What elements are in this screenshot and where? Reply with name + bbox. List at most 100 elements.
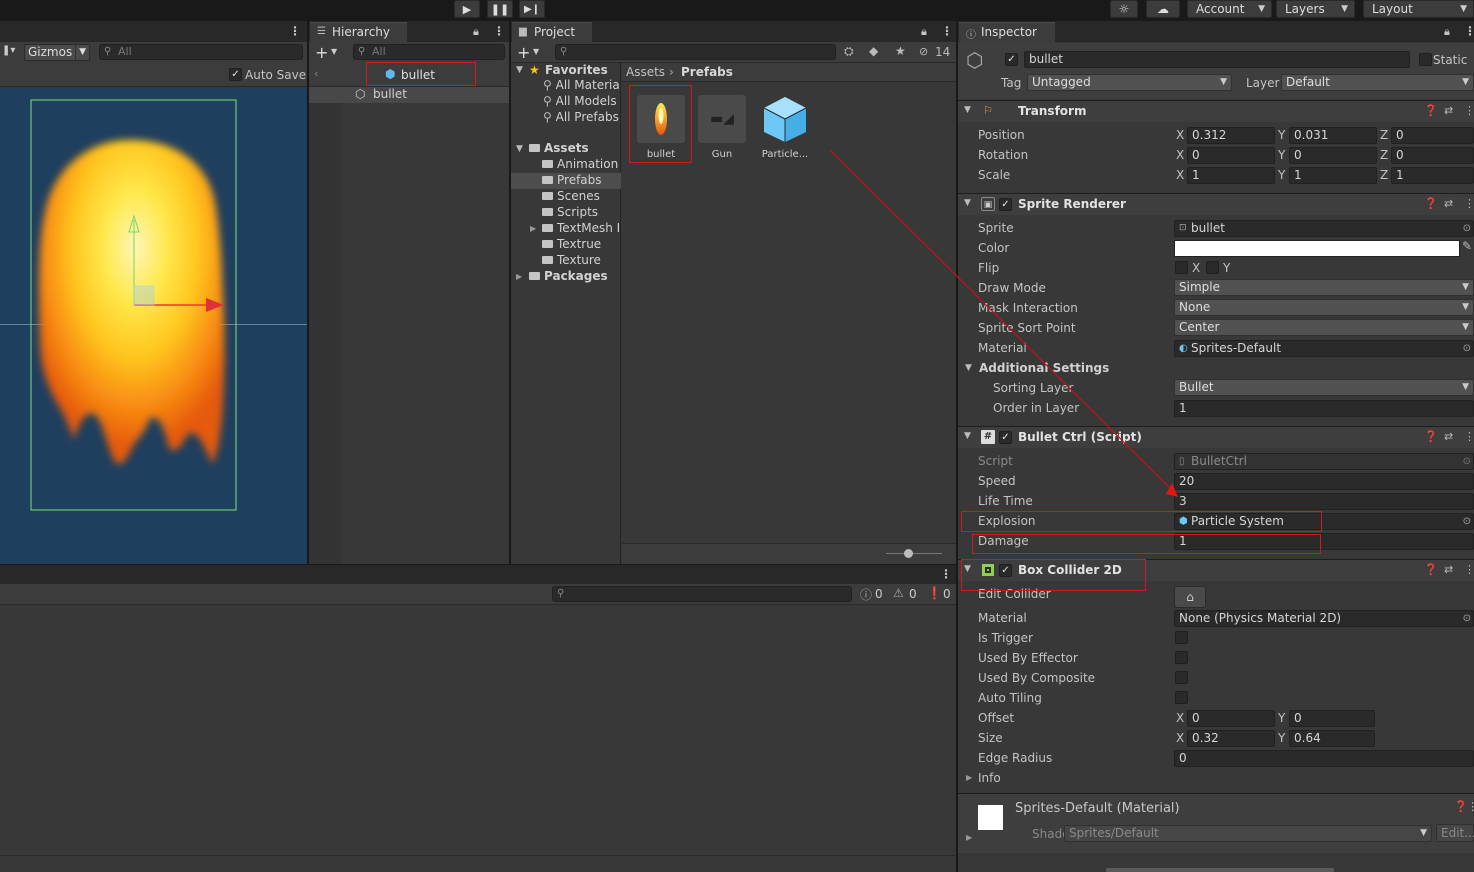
favorite-item[interactable]: ⚲ All Materia [543,78,620,92]
asset-item[interactable]: Particle... [755,95,815,160]
folder-item[interactable]: Prefabs [542,173,602,187]
material-field[interactable]: ◐ Sprites-Default ⊙ [1174,340,1474,357]
favorites-label[interactable]: Favorites [545,63,608,77]
account-dropdown[interactable]: Account ▼ [1187,0,1272,18]
rotation-z-field[interactable]: 0 [1391,147,1474,164]
scale-x-field[interactable]: 1 [1187,167,1275,184]
filter-label-icon[interactable]: ◆ [869,44,878,58]
position-x-field[interactable]: 0.312 [1187,127,1275,144]
damage-field[interactable]: 1 [1174,533,1474,550]
order-in-layer-field[interactable]: 1 [1174,400,1474,417]
chevron-down-icon[interactable]: ▼ [331,47,337,56]
scene-search-input[interactable]: ⚲ All [99,44,303,60]
folder-item[interactable]: TextMesh I [542,221,620,235]
object-picker-icon[interactable]: ⊙ [1463,514,1471,529]
console-search-input[interactable]: ⚲ [552,586,852,602]
life-time-field[interactable]: 3 [1174,493,1474,510]
additional-settings-label[interactable]: Additional Settings [979,361,1109,375]
zoom-slider-thumb[interactable] [904,549,913,558]
kebab-menu-icon[interactable]: ⋮ [1464,104,1474,117]
edit-collider-button[interactable]: ⌂ [1174,586,1206,608]
packages-root[interactable]: Packages [529,269,608,283]
kebab-menu-icon[interactable]: ⋮ [1464,563,1474,576]
flip-x-checkbox[interactable] [1175,261,1188,274]
object-name-field[interactable]: bullet [1024,51,1410,68]
project-search-input[interactable]: ⚲ [555,44,836,60]
shader-dropdown[interactable]: Sprites/Default ▼ [1064,825,1432,842]
hierarchy-search-input[interactable]: ⚲ All [353,44,505,60]
cloud-button[interactable]: ☁ [1146,0,1180,18]
layout-dropdown[interactable]: Layout ▼ [1363,0,1474,18]
kebab-menu-icon[interactable]: ⋮ [1467,800,1474,813]
offset-y-field[interactable]: 0 [1289,710,1375,727]
offset-x-field[interactable]: 0 [1187,710,1275,727]
bullet-ctrl-header[interactable]: ▼ # ✓ Bullet Ctrl (Script) ❓ ⇄ ⋮ [958,426,1474,448]
zoom-slider-track[interactable] [886,553,942,554]
box-collider-header[interactable]: ▼ ✓ Box Collider 2D ❓ ⇄ ⋮ [958,559,1474,581]
tag-dropdown[interactable]: Untagged ▼ [1027,74,1232,91]
rotation-x-field[interactable]: 0 [1187,147,1275,164]
kebab-menu-icon[interactable]: ⋮ [940,568,952,580]
preset-icon[interactable]: ⇄ [1444,563,1453,576]
fold-closed-icon[interactable]: ▶ [530,224,536,233]
used-by-composite-checkbox[interactable] [1175,671,1188,684]
help-icon[interactable]: ❓ [1424,104,1438,117]
kebab-menu-icon[interactable]: ⋮ [941,25,953,37]
edge-radius-field[interactable]: 0 [1174,750,1474,767]
info-icon[interactable]: ⓘ [860,586,872,603]
help-icon[interactable]: ❓ [1454,800,1468,813]
static-checkbox[interactable] [1419,53,1432,66]
sort-point-dropdown[interactable]: Center ▼ [1174,319,1474,336]
breadcrumb-item[interactable]: Assets [626,65,665,79]
preset-icon[interactable]: ⇄ [1444,197,1453,210]
edit-shader-button[interactable]: Edit... [1436,824,1474,842]
lock-icon[interactable]: 🔒︎ [921,25,927,39]
favorite-star-icon[interactable]: ★ [895,44,906,58]
sprite-field[interactable]: ⊡ bullet ⊙ [1174,220,1474,237]
info-foldout-label[interactable]: Info [978,771,1001,785]
favorite-item[interactable]: ⚲ All Models [543,94,617,108]
explosion-field[interactable]: ⬢ Particle System ⊙ [1174,513,1474,530]
eyedropper-icon[interactable]: ✎ [1462,239,1472,253]
scene-view[interactable] [0,88,307,564]
back-arrow-icon[interactable]: ‹ [314,67,318,80]
chevron-down-icon[interactable]: ▼ [533,47,539,56]
scale-z-field[interactable]: 1 [1391,167,1474,184]
collab-button[interactable]: ☼ [1110,0,1138,18]
favorite-item[interactable]: ⚲ All Prefabs [543,110,619,124]
sprite-renderer-header[interactable]: ▼ ▣ ✓ Sprite Renderer ❓ ⇄ ⋮ [958,193,1474,215]
speed-field[interactable]: 20 [1174,473,1474,490]
step-button[interactable]: ▶❙ [519,0,545,18]
is-trigger-checkbox[interactable] [1175,631,1188,644]
rotation-y-field[interactable]: 0 [1289,147,1377,164]
error-icon[interactable]: ❗ [927,586,942,600]
position-y-field[interactable]: 0.031 [1289,127,1377,144]
hidden-packages-icon[interactable]: ⊘ [919,45,928,58]
used-by-effector-checkbox[interactable] [1175,651,1188,664]
tab-inspector[interactable]: ⓘ Inspector [959,22,1055,43]
auto-tiling-checkbox[interactable] [1175,691,1188,704]
add-icon[interactable]: + [315,43,328,62]
object-picker-icon[interactable]: ⊙ [1463,341,1471,356]
color-swatch[interactable] [1174,240,1460,257]
fold-open-icon[interactable]: ▼ [516,144,523,154]
warning-icon[interactable]: ⚠ [893,586,904,600]
asset-item[interactable]: ▬◢ Gun [692,95,752,160]
object-picker-icon[interactable]: ⊙ [1463,611,1471,626]
fold-closed-icon[interactable]: ▶ [966,833,972,842]
lock-icon[interactable]: 🔒︎ [1444,25,1450,39]
component-enabled-checkbox[interactable]: ✓ [999,198,1012,211]
position-z-field[interactable]: 0 [1391,127,1474,144]
sorting-layer-dropdown[interactable]: Bullet ▼ [1174,379,1474,396]
fold-open-icon[interactable]: ▼ [965,363,972,373]
object-picker-icon[interactable]: ⊙ [1463,221,1471,236]
mask-interaction-dropdown[interactable]: None ▼ [1174,299,1474,316]
kebab-menu-icon[interactable]: ⋮ [289,25,301,37]
physics-material-field[interactable]: None (Physics Material 2D) ⊙ [1174,610,1474,627]
help-icon[interactable]: ❓ [1424,563,1438,576]
transform-header[interactable]: ▼ ⚐ Transform ❓ ⇄ ⋮ [958,100,1474,122]
fold-closed-icon[interactable]: ▶ [516,272,522,281]
component-enabled-checkbox[interactable]: ✓ [999,431,1012,444]
list-item[interactable]: ⬡ bullet [309,87,509,103]
kebab-menu-icon[interactable]: ⋮ [1464,197,1474,210]
